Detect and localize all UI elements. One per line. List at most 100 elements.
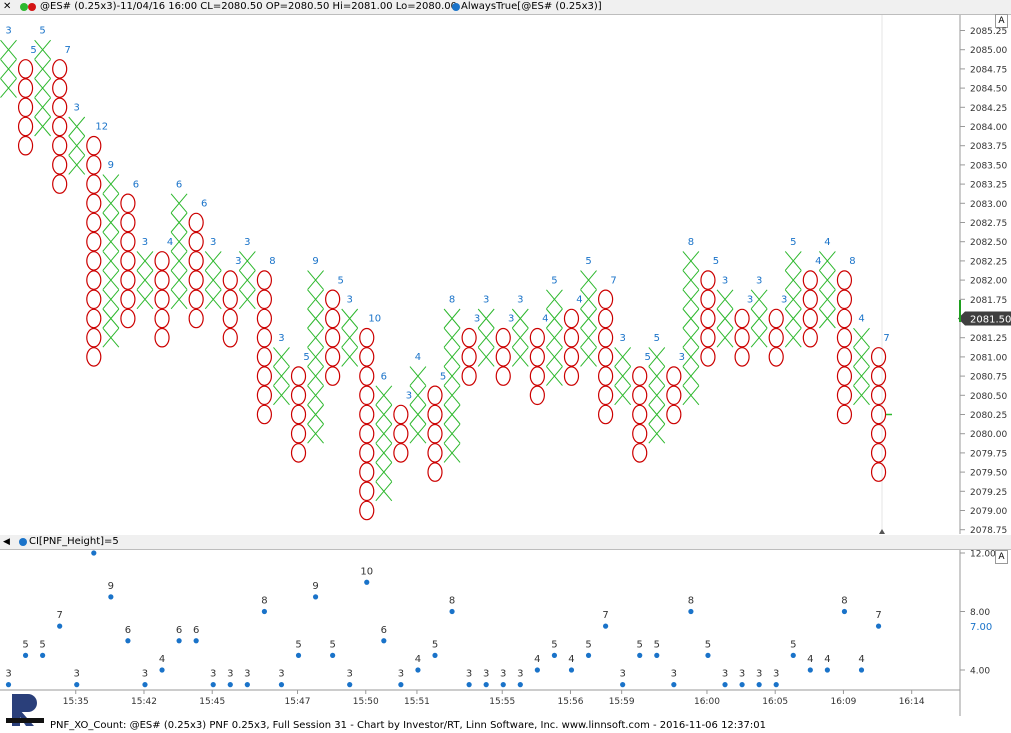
column-count-label: 10 [368,314,381,325]
ci-dot [500,682,506,688]
column-count-label: 5 [713,256,719,267]
value-tick-label: 4.00 [970,667,990,677]
o-mark [802,289,818,310]
column-count-label: 5 [551,275,557,286]
chart-canvas[interactable]: 2085.25 2085.00 2084.75 2084.50 2084.25 2084.… [0,0,1011,733]
x-mark [853,327,870,348]
o-mark [120,289,136,310]
x-mark [273,385,290,406]
o-mark [120,193,136,214]
last-price-label: 2081.50 [970,315,1011,326]
ci-dot-label: 6 [193,625,199,636]
o-mark [427,443,443,463]
x-mark [716,308,734,329]
x-mark [102,174,120,194]
o-mark [325,366,341,386]
o-mark [597,347,614,367]
o-mark [188,251,204,271]
x-mark [682,385,700,406]
column-count-label: 3 [406,391,412,402]
x-mark [170,289,188,310]
x-mark [102,289,120,310]
end-marker-icon [879,529,885,534]
o-mark [290,423,307,444]
ci-dot-label: 5 [551,639,557,650]
x-mark [307,327,324,348]
x-mark [375,385,393,406]
o-mark [17,78,34,98]
column-count-label: 3 [5,26,11,37]
column-count-label: 4 [167,237,173,248]
column-count-label: 3 [619,333,625,344]
o-mark [461,327,477,348]
o-mark [256,308,272,329]
ci-dot-label: 4 [159,654,165,665]
current-value-label: 7.00 [970,622,992,633]
column-count-label: 5 [30,45,36,56]
x-mark [784,251,802,271]
linn-logo [4,692,46,732]
x-mark [443,423,461,444]
x-mark [409,385,427,406]
ci-dot [432,652,438,658]
x-mark [34,97,52,118]
x-mark [580,308,597,329]
x-mark [136,289,154,310]
x-mark [102,270,120,290]
x-mark [375,423,393,444]
o-mark [86,231,102,252]
ci-dot [585,652,592,658]
price-tick-label: 2080.75 [970,373,1007,383]
o-mark [632,385,648,406]
x-mark [580,347,597,367]
x-mark [238,289,256,310]
o-mark [870,404,887,425]
o-mark [86,155,102,175]
o-mark [802,327,818,348]
ci-dot [824,667,830,673]
ci-dot-label: 3 [278,669,284,680]
o-mark [700,308,716,329]
price-tick-label: 2084.75 [970,65,1007,75]
o-mark [768,327,784,348]
price-tick-label: 2084.50 [970,85,1007,95]
o-mark [256,404,272,425]
x-mark [511,347,529,367]
column-count-label: 3 [244,237,250,248]
ci-dot [347,682,353,688]
x-mark [273,347,290,367]
x-mark [170,231,188,252]
x-mark [102,327,120,348]
o-mark [17,135,34,156]
ci-dot [381,638,387,644]
ci-dot-label: 3 [244,669,250,680]
ci-dot [841,608,848,615]
ci-dot [364,579,370,585]
column-count-label: 5 [337,275,343,286]
o-mark [325,308,341,329]
o-mark [86,251,102,271]
ci-dot-label: 5 [654,639,660,650]
time-tick-label: 15:35 [63,697,89,707]
o-mark [768,347,784,367]
x-mark [375,462,393,482]
x-mark [682,251,700,271]
ci-dot-label: 3 [739,669,745,680]
o-mark [495,347,511,367]
o-mark [870,385,887,406]
ci-dot [551,652,558,658]
x-mark [170,251,188,271]
x-mark [307,366,324,386]
x-mark [375,443,393,463]
o-mark [870,443,887,463]
x-mark [68,135,86,156]
o-mark [52,174,68,194]
column-count-label: 3 [474,314,480,325]
ci-dot [210,682,216,688]
x-mark [477,347,495,367]
ci-dot [568,667,575,673]
column-count-label: 6 [381,371,387,382]
time-tick-label: 16:14 [899,697,925,707]
time-tick-label: 15:47 [285,697,311,707]
o-mark [256,327,272,348]
